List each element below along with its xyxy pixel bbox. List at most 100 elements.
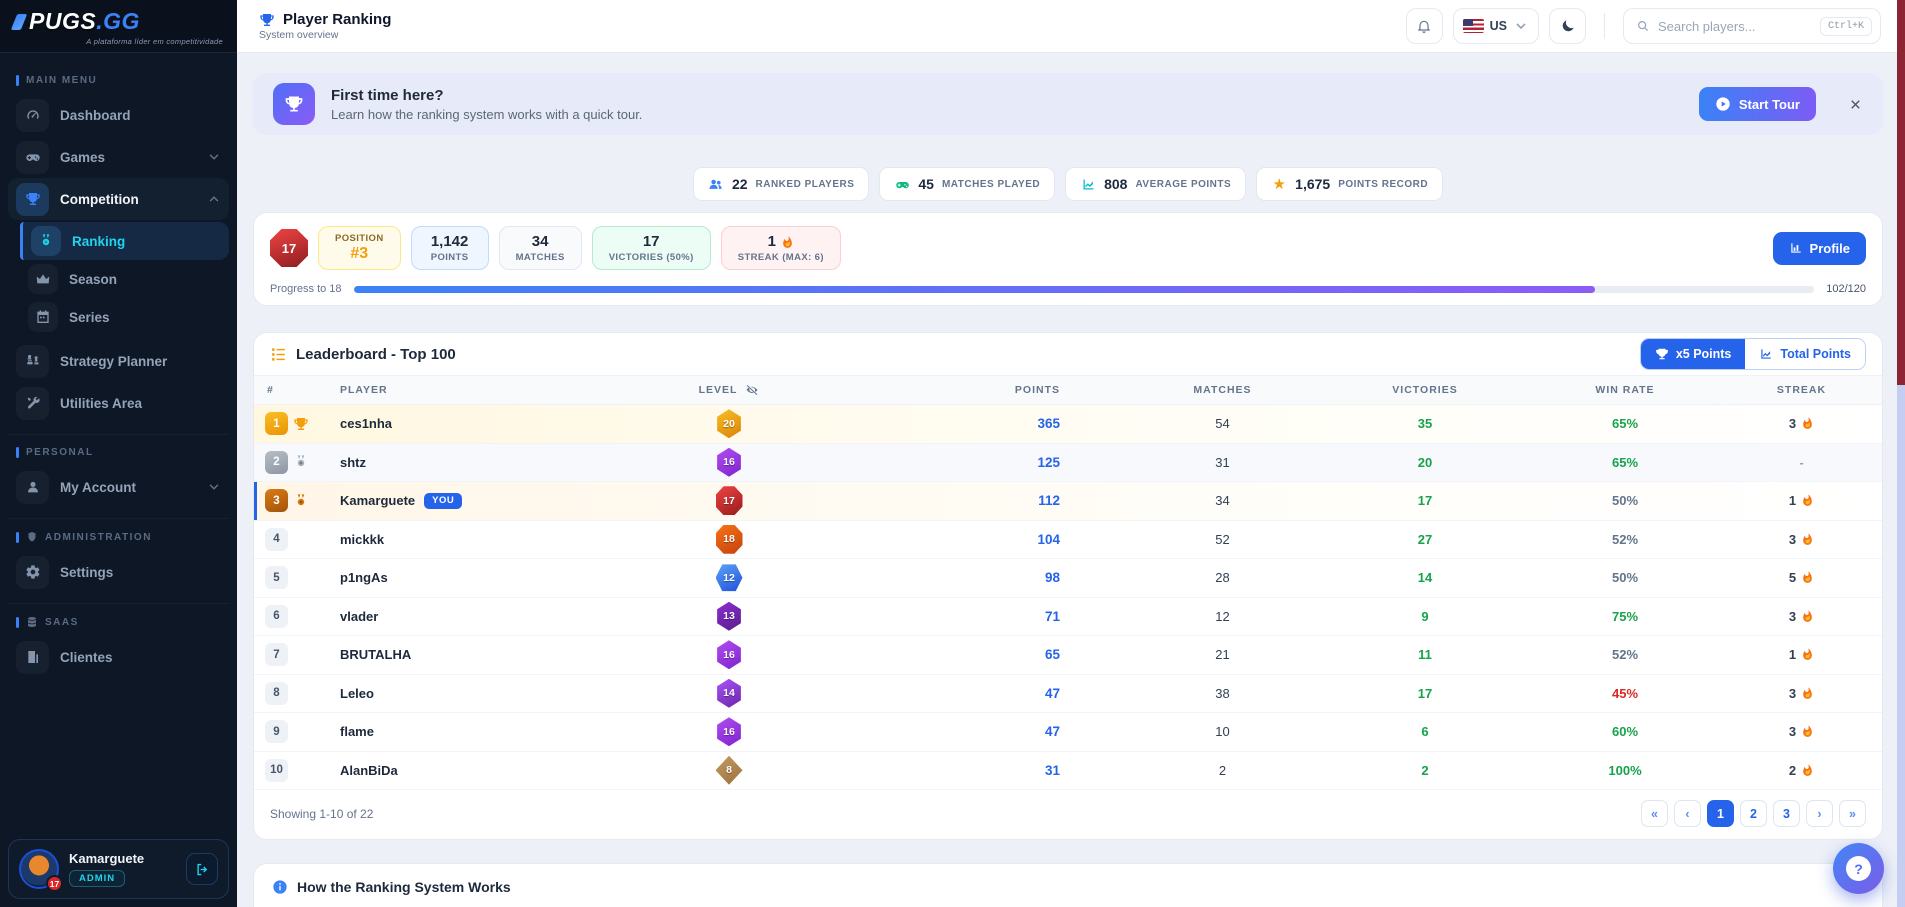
stat-pill: 45MATCHES PLAYED xyxy=(879,167,1055,201)
chart-line-icon xyxy=(1081,177,1096,192)
shield-icon xyxy=(26,531,38,543)
points-cell[interactable]: 104 xyxy=(814,532,1124,547)
flame-icon xyxy=(1801,571,1814,584)
page-button-3[interactable]: 3 xyxy=(1773,800,1800,827)
table-row[interactable]: 2shtz16125312065%- xyxy=(254,444,1882,483)
points-cell[interactable]: 31 xyxy=(814,763,1124,778)
winrate-cell: 65% xyxy=(1529,455,1721,470)
section-accent-bar xyxy=(16,447,19,458)
chart-icon xyxy=(1759,347,1773,361)
close-icon xyxy=(1848,97,1863,112)
sidebar-item-competition[interactable]: Competition xyxy=(8,178,229,220)
sidebar-item-strategy-planner[interactable]: Strategy Planner xyxy=(8,340,229,382)
rank-cell: 7 xyxy=(254,643,324,666)
points-cell[interactable]: 365 xyxy=(814,416,1124,431)
sidebar-item-label: Utilities Area xyxy=(60,396,221,411)
level-cell: 16 xyxy=(644,448,814,477)
page-button-2[interactable]: 2 xyxy=(1740,800,1767,827)
ranking-info-header[interactable]: How the Ranking System Works xyxy=(254,864,1882,907)
profile-button[interactable]: Profile xyxy=(1773,232,1866,265)
player-summary-card: 17 POSITION#31,142POINTS34MATCHES17VICTO… xyxy=(253,212,1883,306)
chevron-up-icon xyxy=(207,192,221,206)
page-button-1[interactable]: 1 xyxy=(1707,800,1734,827)
previous-page-button[interactable]: ‹ xyxy=(1674,800,1701,827)
table-row[interactable]: 5p1ngAs1298281450%5 xyxy=(254,559,1882,598)
points-cell[interactable]: 98 xyxy=(814,570,1124,585)
streak-cell: 3 xyxy=(1721,724,1882,739)
total-points-button[interactable]: Total Points xyxy=(1745,339,1865,369)
x5-points-button[interactable]: x5 Points xyxy=(1641,339,1746,369)
player-name: Kamarguete xyxy=(340,493,415,508)
chevup-icon xyxy=(207,192,221,206)
search-box[interactable]: Ctrl+K xyxy=(1623,8,1881,44)
points-toggle: x5 Points Total Points xyxy=(1640,338,1866,370)
table-row[interactable]: 10AlanBiDa83122100%2 xyxy=(254,752,1882,791)
points-cell[interactable]: 47 xyxy=(814,724,1124,739)
medal-icon xyxy=(31,226,61,256)
points-cell[interactable]: 71 xyxy=(814,609,1124,624)
table-body: 1ces1nha20365543565%32shtz16125312065%-3… xyxy=(254,405,1882,790)
pagination: «‹123›» xyxy=(1641,800,1866,827)
player-name: AlanBiDa xyxy=(340,763,398,778)
banner-title: First time here? xyxy=(331,87,642,104)
eye-off-icon[interactable] xyxy=(745,383,759,397)
bell-icon xyxy=(1416,18,1432,34)
page-scrollbar[interactable] xyxy=(1897,0,1905,907)
sidebar-item-series[interactable]: Series xyxy=(20,298,229,336)
sidebar-section: ADMINISTRATIONSettings xyxy=(8,518,229,593)
points-cell[interactable]: 47 xyxy=(814,686,1124,701)
chart-line-icon xyxy=(1080,176,1096,192)
next-page-button[interactable]: › xyxy=(1806,800,1833,827)
level-badge: 12 xyxy=(716,563,743,592)
dark-mode-toggle[interactable] xyxy=(1549,8,1586,44)
close-banner-button[interactable] xyxy=(1848,97,1863,112)
notifications-button[interactable] xyxy=(1406,8,1443,44)
level-cell: 13 xyxy=(644,602,814,631)
sidebar-item-dashboard[interactable]: Dashboard xyxy=(8,94,229,136)
level-badge: 16 xyxy=(716,717,743,746)
search-input[interactable] xyxy=(1658,19,1812,34)
points-cell[interactable]: 112 xyxy=(814,493,1124,508)
table-row[interactable]: 3KamargueteYOU17112341750%1 xyxy=(254,482,1882,521)
points-cell[interactable]: 65 xyxy=(814,647,1124,662)
table-row[interactable]: 6vlader137112975%3 xyxy=(254,598,1882,637)
points-cell[interactable]: 125 xyxy=(814,455,1124,470)
table-row[interactable]: 1ces1nha20365543565%3 xyxy=(254,405,1882,444)
sidebar-item-utilities-area[interactable]: Utilities Area xyxy=(8,382,229,424)
victories-cell: 14 xyxy=(1321,570,1529,585)
logo[interactable]: PUGS .GG A plataforma líder em competiti… xyxy=(0,0,237,53)
table-row[interactable]: 9flame164710660%3 xyxy=(254,713,1882,752)
user-card[interactable]: 17 Kamarguete ADMIN xyxy=(8,839,229,899)
us-flag-icon xyxy=(1463,19,1484,33)
column-header--: # xyxy=(254,384,324,396)
start-tour-button[interactable]: Start Tour xyxy=(1699,87,1816,121)
sidebar-item-games[interactable]: Games xyxy=(8,136,229,178)
table-row[interactable]: 4mickkk18104522752%3 xyxy=(254,521,1882,560)
winrate-cell: 45% xyxy=(1529,686,1721,701)
flame-icon xyxy=(1801,687,1814,700)
winrate-cell: 50% xyxy=(1529,493,1721,508)
first-page-button[interactable]: « xyxy=(1641,800,1668,827)
help-button[interactable]: ? xyxy=(1833,843,1884,894)
table-row[interactable]: 7BRUTALHA1665211152%1 xyxy=(254,636,1882,675)
sidebar-item-season[interactable]: Season xyxy=(20,260,229,298)
sidebar-item-ranking[interactable]: Ranking xyxy=(20,222,229,260)
stat-label: POINTS RECORD xyxy=(1338,179,1428,190)
sidebar-item-clientes[interactable]: Clientes xyxy=(8,636,229,678)
chevdown-icon xyxy=(207,480,221,494)
matches-cell: 28 xyxy=(1124,570,1321,585)
pill-value: #3 xyxy=(335,244,384,263)
table-row[interactable]: 8Leleo1447381745%3 xyxy=(254,675,1882,714)
scrollbar-thumb[interactable] xyxy=(1897,0,1905,385)
section-label: PERSONAL xyxy=(8,443,229,466)
logout-button[interactable] xyxy=(186,853,218,885)
language-selector[interactable]: US xyxy=(1453,8,1539,44)
sidebar-section: PERSONALMy Account xyxy=(8,434,229,508)
sidebar-item-my-account[interactable]: My Account xyxy=(8,466,229,508)
sidebar-item-settings[interactable]: Settings xyxy=(8,551,229,593)
sidebar-item-label: Games xyxy=(60,150,196,165)
winrate-cell: 52% xyxy=(1529,532,1721,547)
matches-cell: 52 xyxy=(1124,532,1321,547)
last-page-button[interactable]: » xyxy=(1839,800,1866,827)
sidebar-nav: MAIN MENUDashboardGamesCompetitionRankin… xyxy=(0,53,237,907)
